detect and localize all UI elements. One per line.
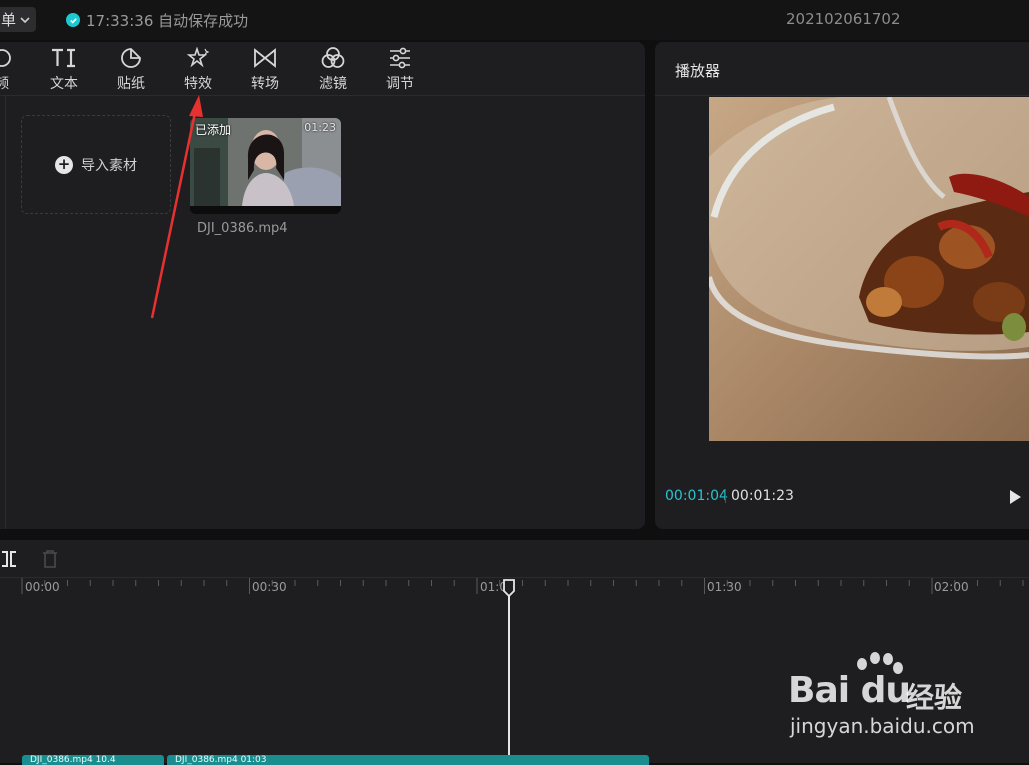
media-icon <box>0 46 15 70</box>
tab-adjust-label: 调节 <box>386 76 414 92</box>
added-badge: 已添加 <box>195 123 232 137</box>
watermark-url: jingyan.baidu.com <box>790 714 975 738</box>
tab-transitions-label: 转场 <box>251 76 279 92</box>
chevron-down-icon <box>20 16 30 23</box>
split-icon[interactable] <box>0 550 18 568</box>
playhead-line[interactable] <box>508 584 510 763</box>
media-panel: 频 文本 贴纸 特效 转场 滤镜 调节 + 导入素材 已添加 01:23 DJI… <box>0 42 645 529</box>
media-filename: DJI_0386.mp4 <box>197 221 288 236</box>
plus-icon: + <box>55 155 73 174</box>
tab-media-label: 频 <box>0 76 9 92</box>
effects-icon <box>185 46 211 70</box>
filter-icon <box>320 46 346 70</box>
feature-toolbar: 频 文本 贴纸 特效 转场 滤镜 调节 <box>0 42 645 96</box>
watermark-logo: Bai du <box>788 670 911 711</box>
tab-stickers[interactable]: 贴纸 <box>101 46 161 94</box>
project-name: 202102061702 <box>786 10 901 28</box>
ruler-label: 02:00 <box>934 580 969 594</box>
menu-label: 单 <box>0 11 16 29</box>
tab-media[interactable]: 频 <box>0 46 32 94</box>
sidebar-divider <box>5 96 6 529</box>
timeline-clip[interactable]: DJI_0386.mp4 10.4 <box>22 755 164 765</box>
tab-text-label: 文本 <box>50 76 78 92</box>
tab-text[interactable]: 文本 <box>34 46 94 94</box>
tab-transitions[interactable]: 转场 <box>235 46 295 94</box>
check-icon <box>66 13 80 27</box>
baidu-watermark: Bai du 经验 jingyan.baidu.com <box>788 650 988 740</box>
tab-filters-label: 滤镜 <box>319 76 347 92</box>
total-time: 00:01:23 <box>731 488 794 504</box>
player-panel: 播放器 00:01:04 00:01:23 <box>655 42 1029 529</box>
clip-label: DJI_0386.mp4 01:03 <box>175 755 267 765</box>
timeline-clip[interactable]: DJI_0386.mp4 01:03 <box>167 755 649 765</box>
media-item-thumbnail[interactable]: 已添加 01:23 <box>190 118 341 214</box>
transition-icon <box>252 46 278 70</box>
adjust-icon <box>387 46 413 70</box>
title-bar: 单 17:33:36 自动保存成功 202102061702 <box>0 0 1029 40</box>
import-media-button[interactable]: + 导入素材 <box>21 115 171 214</box>
ruler-label: 00:00 <box>25 580 60 594</box>
ruler-label: 00:30 <box>252 580 287 594</box>
delete-icon[interactable] <box>42 550 58 568</box>
sticker-icon <box>118 46 144 70</box>
media-duration: 01:23 <box>304 121 336 134</box>
tab-adjust[interactable]: 调节 <box>370 46 430 94</box>
menu-button[interactable]: 单 <box>0 7 36 32</box>
current-time: 00:01:04 <box>665 488 728 504</box>
player-header: 播放器 <box>655 42 1029 96</box>
tab-effects[interactable]: 特效 <box>168 46 228 94</box>
text-icon <box>51 46 77 70</box>
tab-effects-label: 特效 <box>184 76 212 92</box>
tab-filters[interactable]: 滤镜 <box>303 46 363 94</box>
import-media-label: 导入素材 <box>81 157 137 174</box>
timeline-toolbar <box>0 540 1029 578</box>
watermark-brand: 经验 <box>906 681 963 714</box>
autosave-status: 17:33:36 自动保存成功 <box>66 10 248 30</box>
autosave-text: 17:33:36 自动保存成功 <box>86 11 249 30</box>
tab-stickers-label: 贴纸 <box>117 76 145 92</box>
playhead-handle[interactable] <box>502 578 516 598</box>
video-preview <box>709 97 1029 441</box>
ruler-label: 01:30 <box>707 580 742 594</box>
time-separator <box>725 489 726 503</box>
play-icon[interactable] <box>1008 489 1022 505</box>
clip-label: DJI_0386.mp4 10.4 <box>30 755 116 765</box>
player-title: 播放器 <box>675 62 721 80</box>
